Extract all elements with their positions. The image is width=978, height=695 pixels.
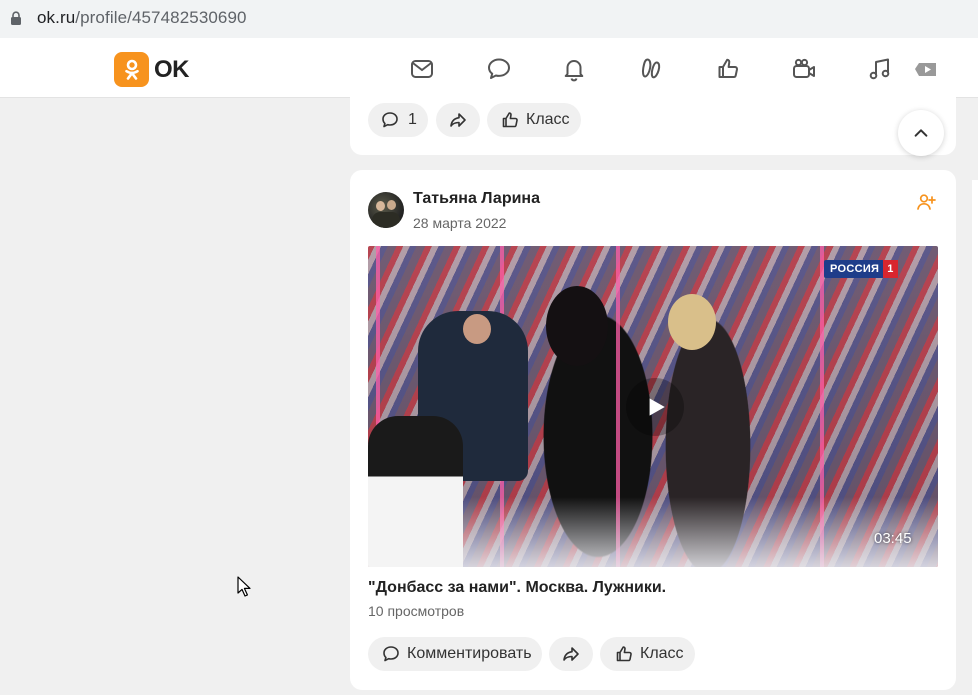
comment-button[interactable]: 1 [368,103,428,137]
guests-icon[interactable] [638,55,666,83]
comment-icon [382,112,398,128]
browser-address-bar: ok.ru/profile/457482530690 [0,0,978,38]
share-icon [563,647,579,661]
like-label: Класс [526,111,570,128]
thumbs-up-icon [616,646,632,662]
ok-logo-text: OK [154,55,190,83]
video-frame-singer [546,286,608,366]
events-icon[interactable] [714,55,742,83]
music-icon[interactable] [866,55,894,83]
comment-icon [383,646,399,662]
author-avatar[interactable] [368,192,404,228]
tv-icon[interactable] [912,55,940,83]
comment-count: 1 [408,111,417,128]
ok-logo-icon [114,52,149,87]
scroll-to-top-button[interactable] [898,110,944,156]
ok-logo[interactable]: OK [114,52,190,87]
notifications-icon[interactable] [560,55,588,83]
url-field[interactable]: ok.ru/profile/457482530690 [0,0,978,36]
video-frame-singer [668,294,716,350]
play-button[interactable] [626,378,684,436]
author-name[interactable]: Татьяна Ларина [413,190,540,208]
like-label: Класс [640,645,684,662]
lock-icon[interactable] [10,11,22,25]
channel-logo: РОССИЯ 1 [824,260,898,278]
view-count: 10 просмотров [368,603,465,619]
share-button[interactable] [436,103,480,137]
discussions-icon[interactable] [485,55,513,83]
right-column-edge [972,180,978,695]
url-text[interactable]: ok.ru/profile/457482530690 [37,8,247,28]
share-icon [450,113,466,127]
play-icon [649,398,665,416]
video-frame-dancer [368,416,463,567]
previous-post-card: 1 Класс [350,84,956,155]
thumbs-up-icon [502,112,518,128]
video-title[interactable]: "Донбасс за нами". Москва. Лужники. [368,579,666,597]
comment-label: Комментировать [407,645,532,662]
video-player[interactable]: РОССИЯ 1 03:45 [368,246,938,567]
mouse-cursor-icon [237,576,251,597]
messages-icon[interactable] [408,55,436,83]
add-friend-icon[interactable] [916,192,936,212]
video-icon[interactable] [790,55,818,83]
post-date[interactable]: 28 марта 2022 [413,215,506,231]
feed-post-card: Татьяна Ларина 28 марта 2022 РОССИЯ 1 03… [350,170,956,690]
chevron-up-icon [914,129,928,137]
comment-button[interactable]: Комментировать [368,637,542,671]
share-button[interactable] [549,637,593,671]
video-duration: 03:45 [874,530,912,547]
like-button[interactable]: Класс [600,637,695,671]
like-button[interactable]: Класс [487,103,581,137]
